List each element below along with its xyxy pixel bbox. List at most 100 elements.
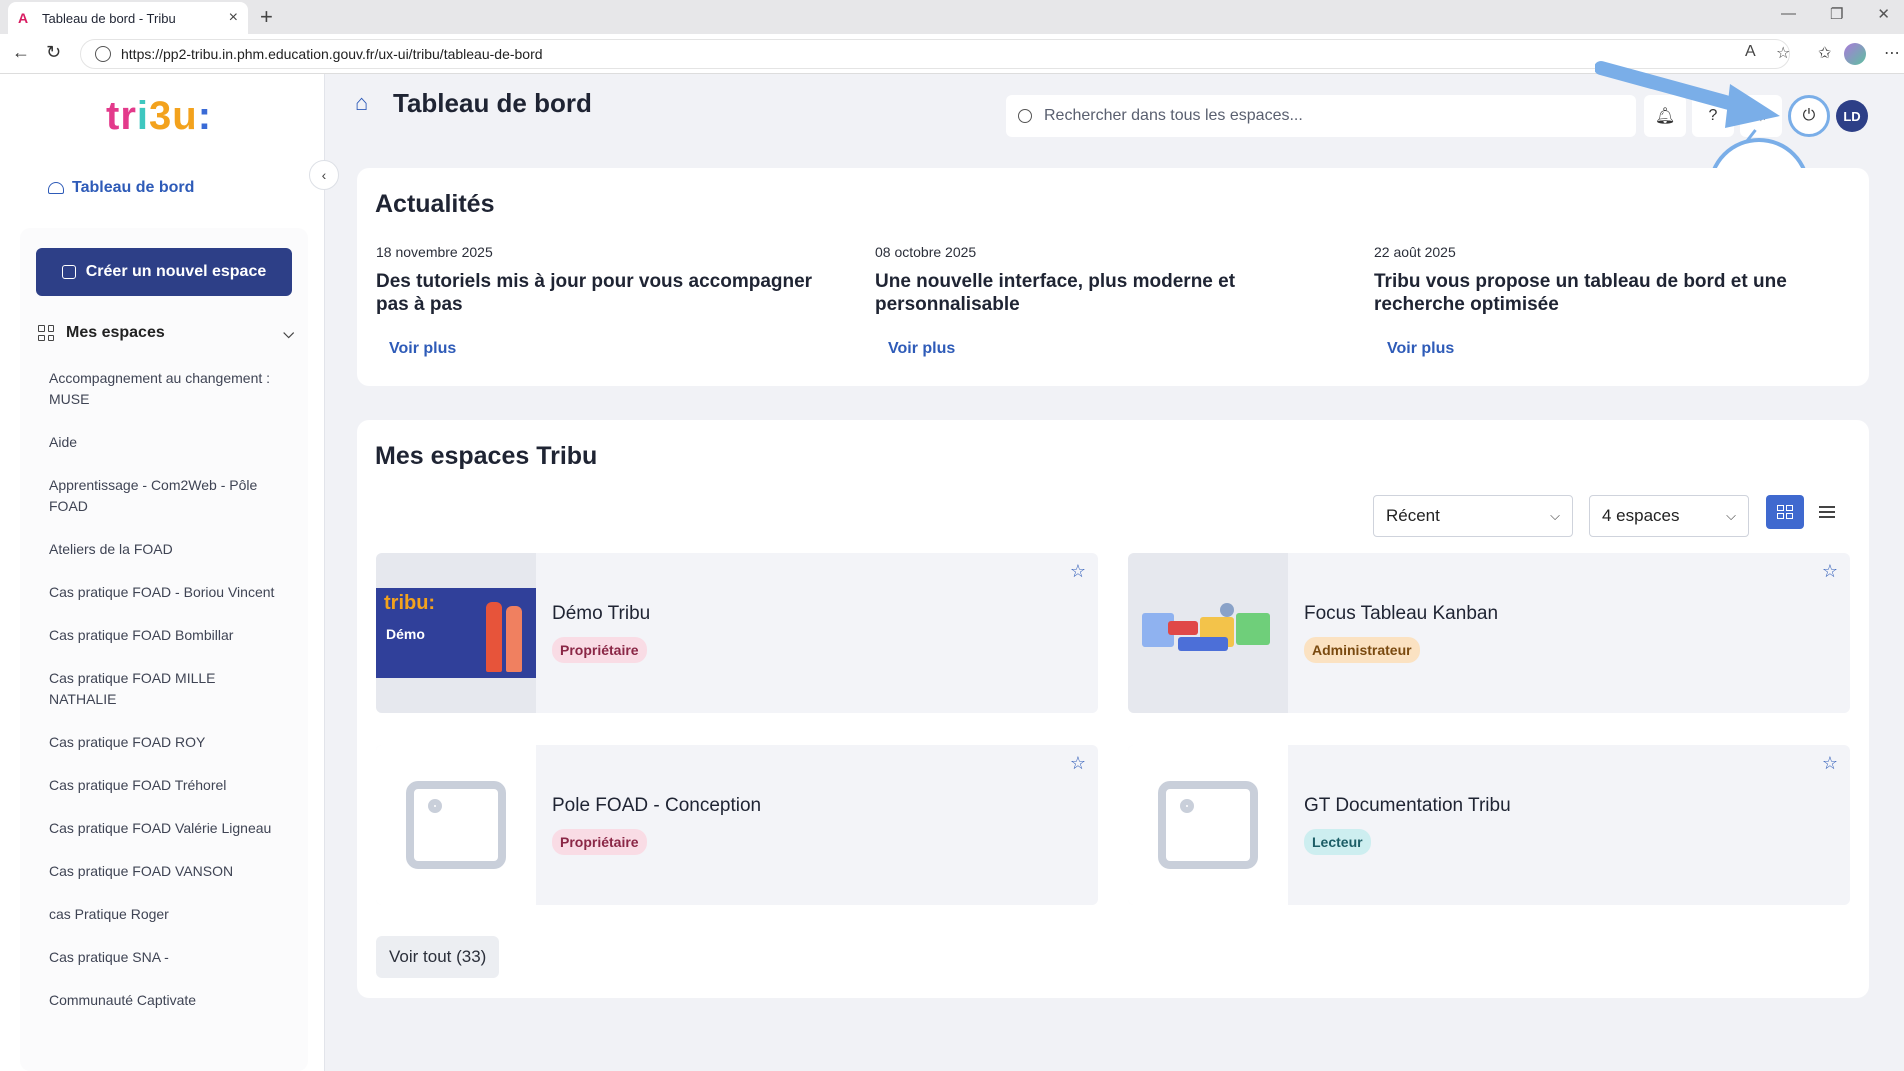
sidebar-space-item[interactable]: Cas pratique SNA - [49, 947, 279, 968]
home-icon: ⌂ [355, 89, 369, 115]
demo-tribu-image: tribu: Démo [376, 588, 536, 678]
news-date: 18 novembre 2025 [376, 244, 493, 260]
space-card[interactable]: tribu: Démo Démo Tribu Propriétaire ☆ [376, 553, 1098, 713]
tribu-logo[interactable]: tri3u: [106, 94, 212, 139]
see-all-button[interactable]: Voir tout (33) [376, 936, 500, 978]
sidebar-space-item[interactable]: Apprentissage - Com2Web - Pôle FOAD [49, 475, 279, 517]
chevron-down-icon: ⌵ [1550, 508, 1560, 523]
role-badge: Lecteur [1304, 829, 1371, 855]
sidebar-panel: Créer un nouvel espace Mes espaces ⌵ Acc… [20, 228, 308, 1071]
restore-icon[interactable]: ❐ [1830, 5, 1843, 23]
image-placeholder-icon [406, 781, 506, 869]
browser-tab[interactable]: A Tableau de bord - Tribu × [8, 2, 248, 34]
news-item: 22 août 2025 Tribu vous propose un table… [1374, 244, 1834, 357]
space-name: Pole FOAD - Conception [552, 795, 762, 816]
collapse-sidebar-button[interactable]: ‹ [309, 160, 339, 190]
browser-profile-avatar[interactable] [1844, 43, 1866, 65]
news-item: 08 octobre 2025 Une nouvelle interface, … [875, 244, 1335, 357]
create-space-label: Créer un nouvel espace [85, 263, 267, 280]
grid-icon [38, 325, 54, 341]
chevron-left-icon: ‹ [321, 167, 327, 183]
see-more-link[interactable]: Voir plus [1387, 340, 1454, 358]
power-icon: ⏻ [1802, 107, 1816, 124]
role-badge: Propriétaire [552, 637, 647, 663]
more-menu-icon[interactable]: ⋯ [1884, 43, 1900, 63]
dashboard-icon [48, 182, 64, 194]
see-more-link[interactable]: Voir plus [389, 340, 456, 358]
favorites-icon[interactable]: ✩ [1818, 43, 1831, 63]
space-thumbnail [1128, 553, 1288, 713]
site-info-icon[interactable] [95, 46, 111, 62]
news-headline: Des tutoriels mis à jour pour vous accom… [376, 271, 813, 315]
news-headline: Une nouvelle interface, plus moderne et … [875, 271, 1236, 315]
grid-view-button[interactable] [1766, 495, 1804, 529]
space-card[interactable]: Pole FOAD - Conception Propriétaire ☆ [376, 745, 1098, 905]
role-badge: Administrateur [1304, 637, 1420, 663]
avatar[interactable]: LD [1836, 100, 1868, 132]
image-placeholder-icon [1158, 781, 1258, 869]
count-select-value: 4 espaces [1602, 506, 1680, 525]
dashboard-link[interactable]: Tableau de bord [48, 179, 194, 197]
star-icon[interactable]: ☆ [1070, 753, 1086, 774]
space-thumbnail: tribu: Démo [376, 553, 536, 713]
add-icon [61, 265, 76, 279]
sidebar: tri3u: Tableau de bord Créer un nouvel e… [0, 74, 325, 1071]
back-icon[interactable]: ← [12, 42, 30, 63]
count-select[interactable]: 4 espaces ⌵ [1589, 495, 1749, 537]
space-name: GT Documentation Tribu [1304, 795, 1511, 816]
news-card: Actualités 18 novembre 2025 Des tutoriel… [357, 168, 1869, 386]
reload-icon[interactable]: ↻ [46, 42, 61, 63]
sort-select[interactable]: Récent ⌵ [1373, 495, 1573, 537]
search-placeholder: Rechercher dans tous les espaces... [1044, 107, 1303, 124]
news-date: 22 août 2025 [1374, 244, 1456, 260]
kanban-image [1138, 603, 1278, 663]
browser-tabbar: A Tableau de bord - Tribu × + — ❐ ✕ [0, 0, 1904, 34]
close-tab-icon[interactable]: × [229, 9, 238, 27]
sidebar-space-item[interactable]: Aide [49, 432, 279, 453]
space-card[interactable]: Focus Tableau Kanban Administrateur ☆ [1128, 553, 1850, 713]
close-window-icon[interactable]: ✕ [1877, 5, 1890, 23]
window-controls: — ❐ ✕ [1781, 5, 1890, 23]
sidebar-space-item[interactable]: Ateliers de la FOAD [49, 539, 279, 560]
sidebar-space-item[interactable]: Cas pratique FOAD MILLE NATHALIE [49, 668, 279, 710]
sidebar-space-item[interactable]: Cas pratique FOAD Bombillar [49, 625, 279, 646]
page-title: ⌂ Tableau de bord [355, 88, 592, 119]
star-icon[interactable]: ☆ [1070, 561, 1086, 582]
page-title-text: Tableau de bord [393, 88, 592, 118]
minimize-icon[interactable]: — [1781, 5, 1796, 23]
sidebar-space-item[interactable]: Cas pratique FOAD VANSON [49, 861, 279, 882]
sidebar-space-item[interactable]: Cas pratique FOAD - Boriou Vincent [49, 582, 279, 603]
list-icon [1819, 506, 1835, 518]
my-spaces-title: Mes espaces Tribu [375, 442, 598, 470]
grid-icon [1777, 505, 1793, 519]
chevron-down-icon: ⌵ [283, 324, 294, 341]
sidebar-space-item[interactable]: Communauté Captivate [49, 990, 279, 1011]
sidebar-space-item[interactable]: Cas pratique FOAD Valérie Ligneau [49, 818, 279, 839]
space-name: Focus Tableau Kanban [1304, 603, 1499, 624]
list-view-button[interactable] [1808, 495, 1846, 529]
url-field[interactable]: https://pp2-tribu.in.phm.education.gouv.… [80, 39, 1790, 69]
logout-button[interactable]: ⏻ [1788, 95, 1830, 137]
space-name: Démo Tribu [552, 603, 651, 624]
highlight-arrow [1595, 61, 1780, 128]
sidebar-space-item[interactable]: Cas pratique FOAD Tréhorel [49, 775, 279, 796]
tribu-favicon-icon: A [18, 10, 29, 26]
sidebar-space-item[interactable]: Accompagnement au changement : MUSE [49, 368, 279, 410]
space-list: Accompagnement au changement : MUSE Aide… [49, 368, 279, 1033]
star-icon[interactable]: ☆ [1822, 753, 1838, 774]
star-icon[interactable]: ☆ [1822, 561, 1838, 582]
new-tab-icon[interactable]: + [260, 4, 273, 30]
news-headline: Tribu vous propose un tableau de bord et… [1374, 271, 1787, 315]
space-thumbnail [1128, 745, 1288, 905]
url-text: https://pp2-tribu.in.phm.education.gouv.… [121, 46, 543, 62]
space-card[interactable]: GT Documentation Tribu Lecteur ☆ [1128, 745, 1850, 905]
search-input[interactable]: Rechercher dans tous les espaces... [1006, 95, 1636, 137]
see-more-link[interactable]: Voir plus [888, 340, 955, 358]
sidebar-space-item[interactable]: cas Pratique Roger [49, 904, 279, 925]
sidebar-space-item[interactable]: Cas pratique FOAD ROY [49, 732, 279, 753]
news-title: Actualités [375, 190, 495, 218]
news-item: 18 novembre 2025 Des tutoriels mis à jou… [376, 244, 836, 357]
create-space-button[interactable]: Créer un nouvel espace [36, 248, 292, 296]
search-icon [1018, 109, 1032, 123]
my-spaces-toggle[interactable]: Mes espaces ⌵ [38, 324, 294, 342]
